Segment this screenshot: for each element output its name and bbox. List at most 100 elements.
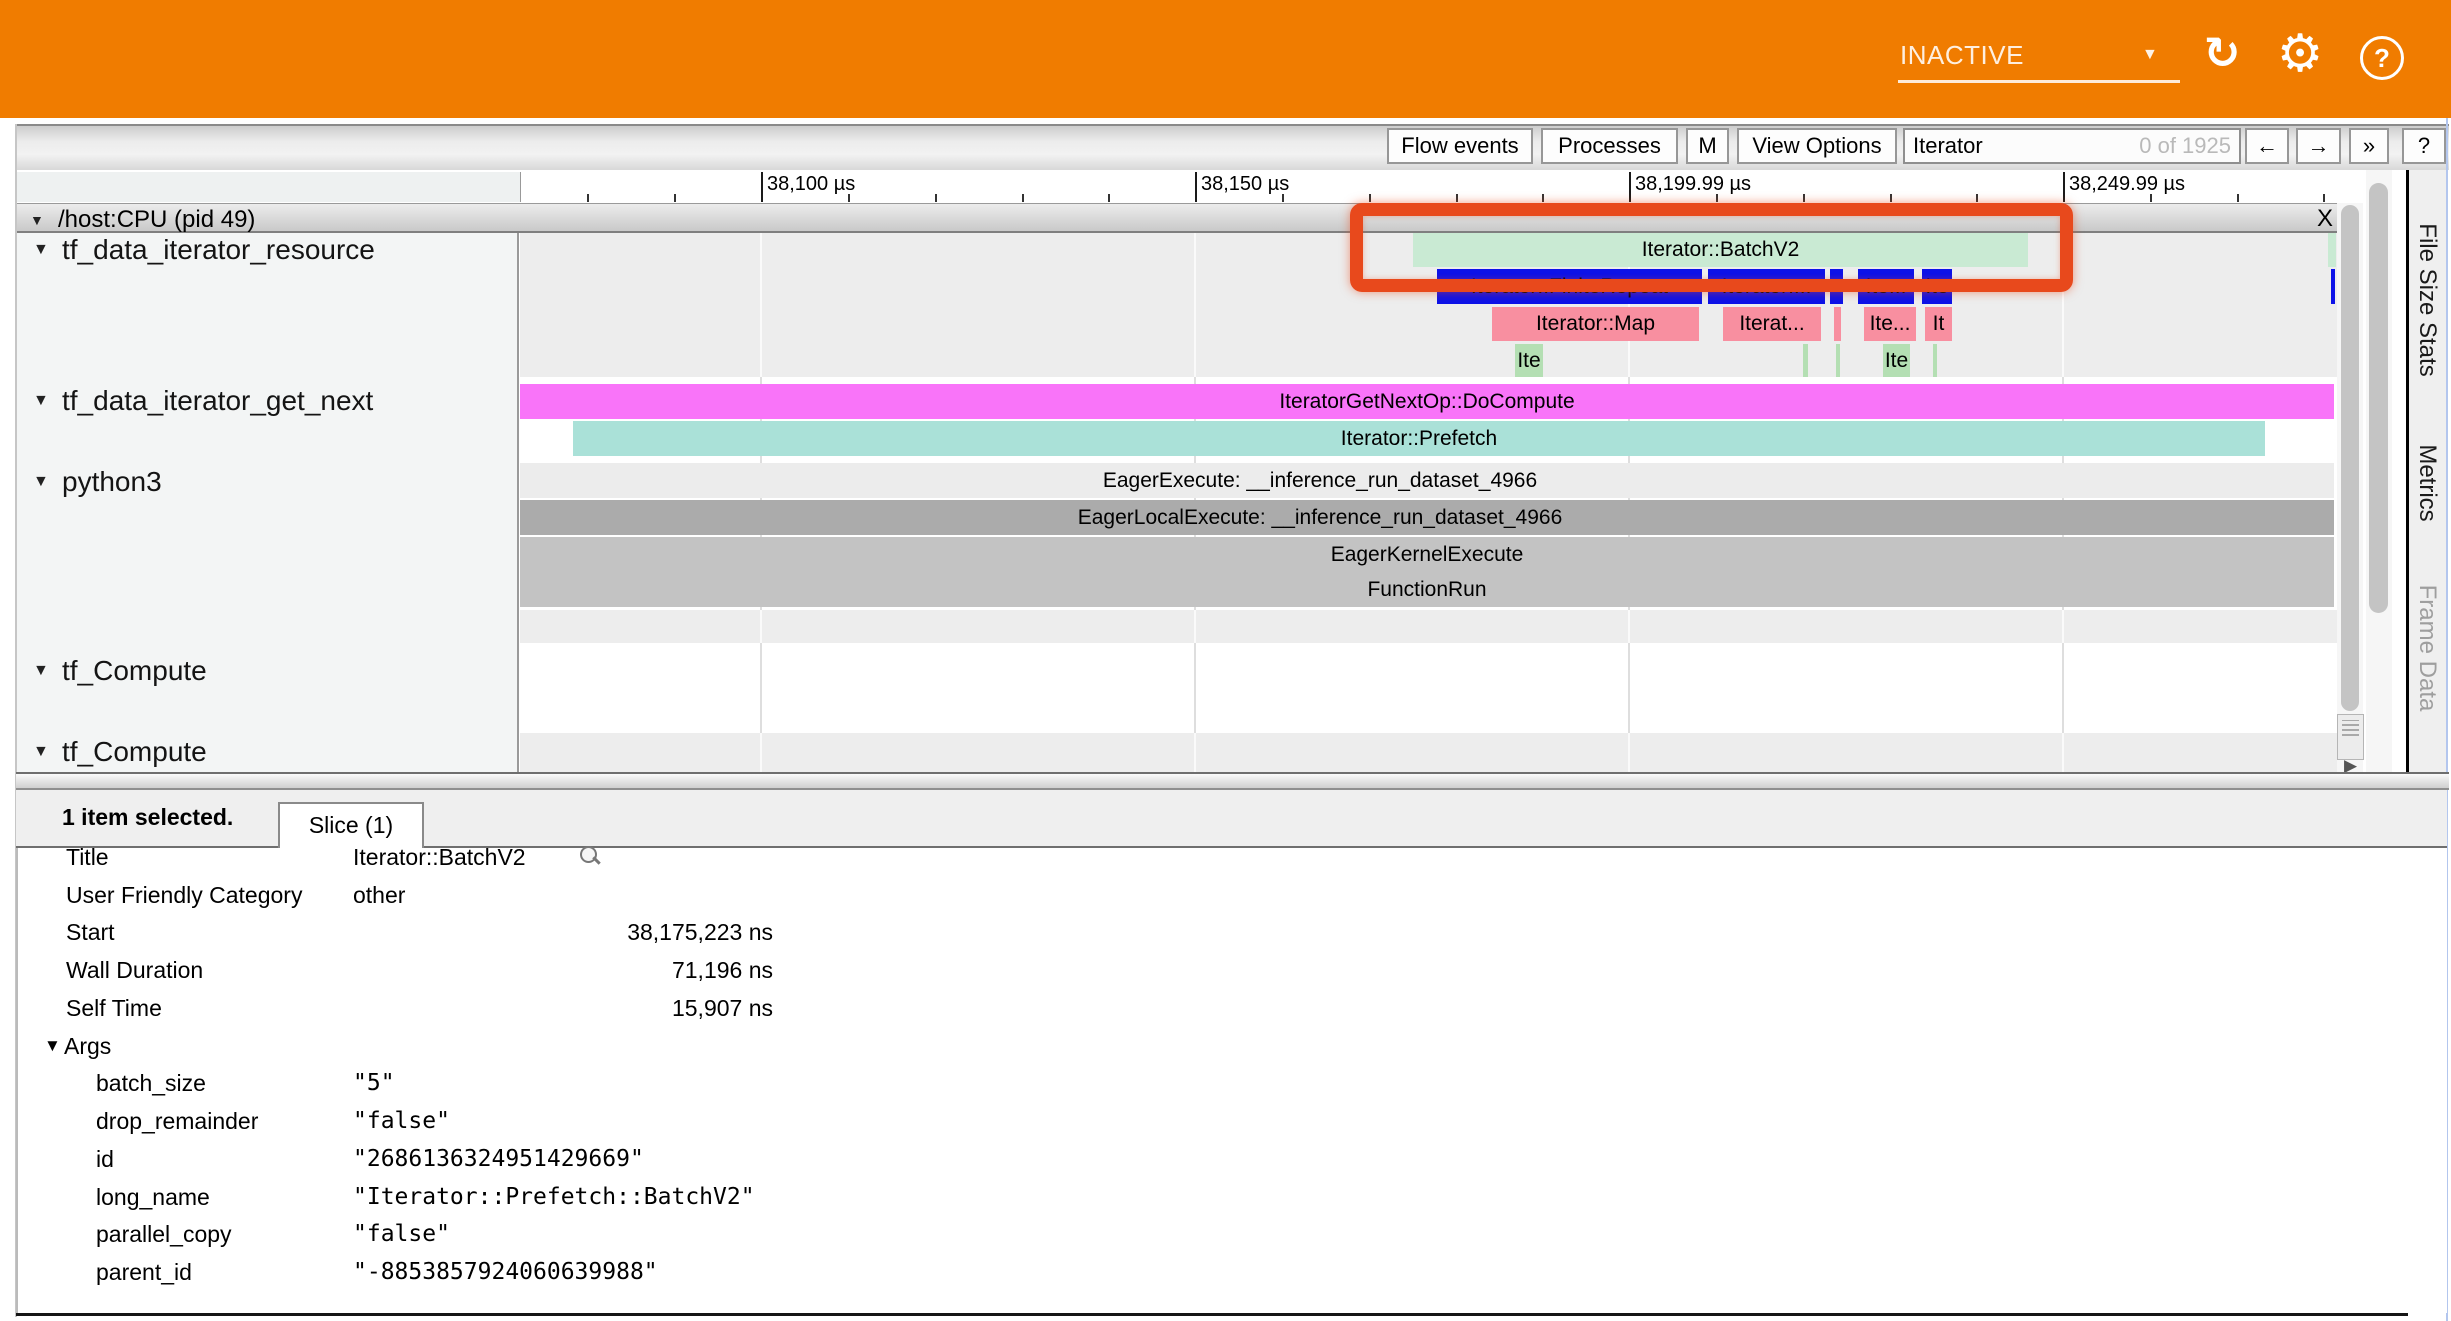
flow-events-button[interactable]: Flow events (1387, 128, 1533, 164)
ruler-minor-tick (1890, 194, 1892, 202)
trace-event[interactable]: Iterat... (1723, 307, 1821, 341)
sidebar-tab-frame-data[interactable]: Frame Data (2413, 585, 2441, 712)
detail-number: 38,175,223 ns (353, 919, 773, 946)
detail-value: other (353, 882, 405, 909)
trace-event[interactable]: FunctionRun (520, 572, 2334, 607)
m-button[interactable]: M (1686, 128, 1729, 164)
track-caret-icon[interactable]: ▼ (33, 743, 49, 761)
trace-event[interactable] (1834, 307, 1841, 341)
detail-arg-value: "5" (353, 1070, 395, 1096)
detail-label: Wall Duration (66, 957, 203, 984)
track-label: tf_data_iterator_get_next (62, 385, 373, 417)
ruler-minor-tick (1716, 194, 1718, 202)
gridline (1194, 733, 1196, 772)
trace-event[interactable] (1803, 344, 1808, 377)
collapse-caret-icon[interactable]: ▼ (30, 212, 44, 228)
toolbar-help-button[interactable]: ? (2402, 128, 2446, 164)
args-expander-icon[interactable]: ▼ (44, 1036, 61, 1056)
ruler-minor-tick (1542, 194, 1544, 202)
detail-label: User Friendly Category (66, 882, 302, 909)
pane-scrollbar[interactable] (2366, 170, 2392, 772)
ruler-minor-tick (935, 194, 937, 202)
trace-event[interactable] (2328, 233, 2336, 267)
detail-label: parallel_copy (96, 1221, 232, 1248)
trace-event[interactable]: Ite... (1864, 307, 1916, 341)
close-icon[interactable]: X (2310, 205, 2340, 231)
trace-event[interactable]: EagerKernelExecute (520, 537, 2334, 572)
timeline-scrollbar-thumb[interactable] (2341, 205, 2359, 711)
gridline (2062, 733, 2064, 772)
detail-label: drop_remainder (96, 1108, 258, 1135)
ruler-minor-tick (2323, 194, 2325, 202)
ruler-major-tick (1195, 172, 1197, 202)
tool-sidebar: File Size StatsMetricsFrame DataIn (2409, 170, 2447, 772)
refresh-icon[interactable]: ↻ (2196, 26, 2248, 82)
detail-label: Self Time (66, 995, 162, 1022)
trace-event[interactable]: Ite (1883, 344, 1910, 377)
ruler-major-tick (761, 172, 763, 202)
slice-details-panel: TitleIterator::BatchV2User Friendly Cate… (16, 846, 2447, 1313)
find-next-button[interactable]: → (2296, 128, 2341, 164)
ruler-minor-tick (1976, 194, 1978, 202)
trace-event[interactable]: Ite (1515, 344, 1543, 377)
sidebar-tab-metrics[interactable]: Metrics (2413, 444, 2441, 521)
ruler-tick-label: 38,100 µs (767, 173, 855, 196)
gridline (1194, 610, 1196, 643)
gridline (1194, 643, 1196, 733)
ruler-spacer (16, 172, 520, 202)
view-options-button[interactable]: View Options (1737, 128, 1897, 164)
gridline (1628, 610, 1630, 643)
search-value: Iterator (1913, 133, 1983, 159)
detail-value: Iterator::BatchV2 (353, 844, 526, 871)
gridline (1628, 733, 1630, 772)
detail-arg-value: "2686136324951429669" (353, 1146, 644, 1172)
trace-event[interactable] (1836, 344, 1840, 377)
ruler-minor-tick (1369, 194, 1371, 202)
ruler-tick-label: 38,249.99 µs (2069, 173, 2185, 196)
scroll-grip[interactable] (2337, 714, 2364, 760)
ruler-tick-label: 38,199.99 µs (1635, 173, 1751, 196)
jump-button[interactable]: » (2349, 128, 2389, 164)
gear-icon[interactable]: ⚙ (2274, 24, 2326, 84)
trace-event[interactable]: EagerLocalExecute: __inference_run_datas… (520, 500, 2334, 535)
track-caret-icon[interactable]: ▼ (33, 392, 49, 410)
pane-scrollbar-thumb[interactable] (2369, 183, 2388, 613)
detail-number: 71,196 ns (353, 957, 773, 984)
track-caret-icon[interactable]: ▼ (33, 241, 49, 259)
ruler-minor-tick (2150, 194, 2152, 202)
app-header: INACTIVE ▼ ↻ ⚙ ? (0, 0, 2451, 118)
trace-event[interactable]: IteratorGetNextOp::DoCompute (520, 384, 2334, 419)
run-selector-dropdown[interactable]: INACTIVE ▼ (1892, 34, 2182, 82)
sidebar-tab-file-size-stats[interactable]: File Size Stats (2413, 223, 2441, 376)
magnifier-icon[interactable] (578, 846, 604, 872)
track-label: python3 (62, 466, 162, 498)
tab-slice[interactable]: Slice (1) (278, 802, 424, 848)
help-icon[interactable]: ? (2360, 36, 2404, 80)
trace-event[interactable]: Iterator::Prefetch (573, 421, 2265, 456)
trace-event[interactable] (2331, 269, 2335, 304)
ruler-minor-tick (848, 194, 850, 202)
gridline (760, 233, 762, 377)
trace-event[interactable]: EagerExecute: __inference_run_dataset_49… (520, 463, 2334, 498)
detail-label: batch_size (96, 1070, 206, 1097)
trace-event[interactable]: Iterator::Map (1492, 307, 1699, 341)
detail-arg-value: "false" (353, 1108, 450, 1134)
detail-arg-value: "false" (353, 1221, 450, 1247)
track-caret-icon[interactable]: ▼ (33, 662, 49, 680)
timeline-canvas[interactable]: Iterator::BatchV2Iterator::FiniteRepeatI… (520, 233, 2337, 772)
panel-splitter[interactable] (16, 772, 2449, 790)
details-bottom-border (16, 1313, 2408, 1316)
trace-event[interactable]: It (1925, 307, 1952, 341)
trace-event[interactable] (1933, 344, 1937, 377)
find-previous-button[interactable]: ← (2245, 128, 2289, 164)
ruler-minor-tick (1282, 194, 1284, 202)
track-caret-icon[interactable]: ▼ (33, 473, 49, 491)
processes-button[interactable]: Processes (1541, 128, 1678, 164)
ruler-minor-tick (674, 194, 676, 202)
ruler-minor-tick (1456, 194, 1458, 202)
timeline-scrollbar[interactable] (2337, 203, 2363, 772)
magnifier-handle (592, 856, 600, 864)
process-title: /host:CPU (pid 49) (58, 206, 255, 234)
gridline (760, 610, 762, 643)
search-input[interactable]: Iterator 0 of 1925 (1903, 128, 2241, 164)
